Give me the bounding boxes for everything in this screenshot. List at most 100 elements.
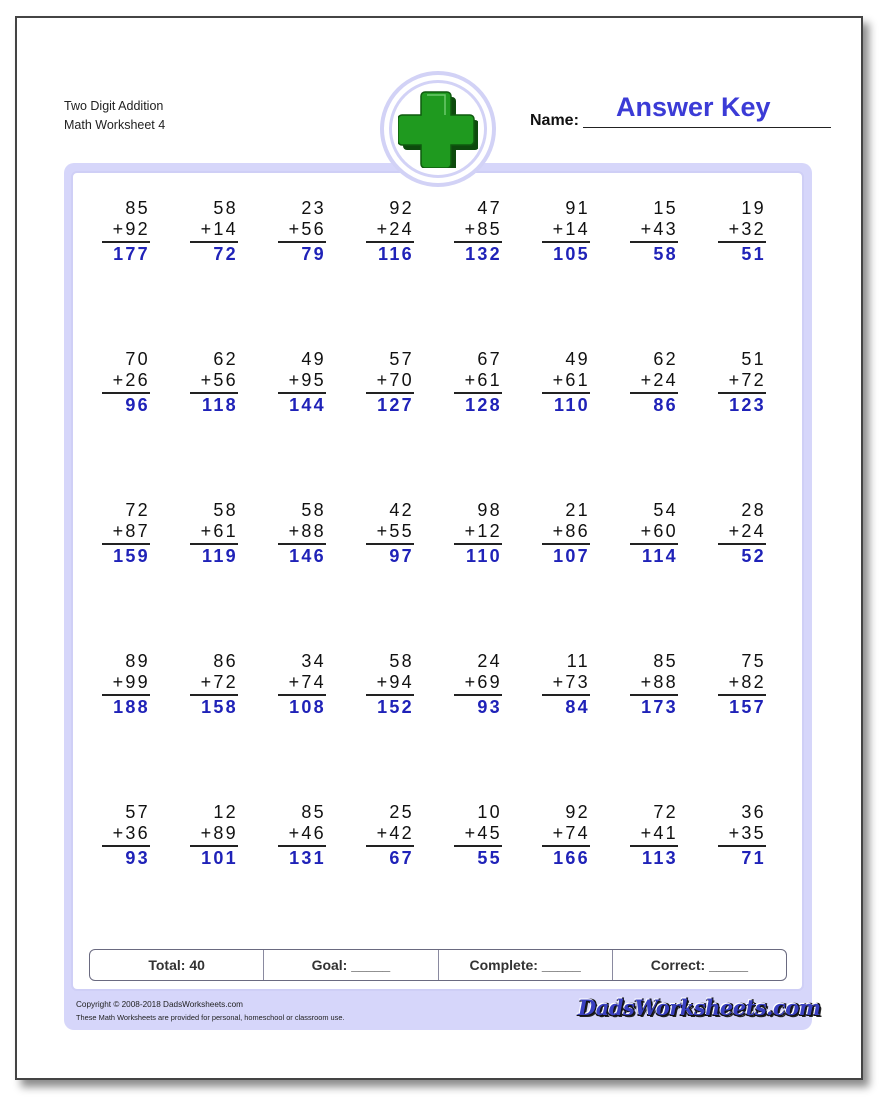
name-value: Answer Key <box>616 92 771 122</box>
addend-top: 62 <box>213 349 238 369</box>
problem-item: 23 +56 79 <box>278 198 326 266</box>
answer: 67 <box>389 848 414 868</box>
problem-item: 36 +35 71 <box>718 802 766 870</box>
addend-bottom: +14 <box>552 219 590 239</box>
score-total: Total: 40 <box>90 950 265 980</box>
copyright-text: Copyright © 2008-2018 DadsWorksheets.com <box>76 1000 243 1009</box>
addend-top: 24 <box>477 651 502 671</box>
problem-item: 92 +24 116 <box>366 198 414 266</box>
name-label: Name: <box>530 112 579 129</box>
addend-bottom: +87 <box>112 521 150 541</box>
answer: 58 <box>653 244 678 264</box>
problem-item: 49 +95 144 <box>278 349 326 417</box>
problem-item: 72 +87 159 <box>102 500 150 568</box>
addend-top: 54 <box>653 500 678 520</box>
answer: 116 <box>378 244 414 264</box>
addend-top: 91 <box>565 198 590 218</box>
answer: 144 <box>289 395 326 415</box>
addend-top: 49 <box>565 349 590 369</box>
problem-item: 12 +89 101 <box>190 802 238 870</box>
addend-top: 72 <box>653 802 678 822</box>
problem-item: 21 +86 107 <box>542 500 590 568</box>
problem-item: 57 +70 127 <box>366 349 414 417</box>
plus-icon <box>398 91 478 168</box>
addend-top: 10 <box>477 802 502 822</box>
addend-top: 98 <box>477 500 502 520</box>
addend-bottom: +74 <box>288 672 326 692</box>
problem-item: 58 +14 72 <box>190 198 238 266</box>
answer: 51 <box>741 244 766 264</box>
addend-bottom: +88 <box>640 672 678 692</box>
problem-item: 24 +69 93 <box>454 651 502 719</box>
problem-item: 25 +42 67 <box>366 802 414 870</box>
answer: 101 <box>201 848 238 868</box>
addend-bottom: +85 <box>464 219 502 239</box>
answer: 96 <box>125 395 150 415</box>
addend-top: 12 <box>213 802 238 822</box>
addend-top: 58 <box>213 500 238 520</box>
problem-item: 42 +55 97 <box>366 500 414 568</box>
answer: 146 <box>289 546 326 566</box>
addend-top: 28 <box>741 500 766 520</box>
answer: 72 <box>213 244 238 264</box>
answer: 108 <box>289 697 326 717</box>
addend-top: 19 <box>741 198 766 218</box>
problem-item: 51 +72 123 <box>718 349 766 417</box>
score-correct: Correct: _____ <box>650 957 749 973</box>
problem-item: 54 +60 114 <box>630 500 678 568</box>
addend-top: 72 <box>125 500 150 520</box>
addend-top: 42 <box>389 500 414 520</box>
answer: 105 <box>553 244 590 264</box>
problem-item: 85 +88 173 <box>630 651 678 719</box>
problem-item: 98 +12 110 <box>454 500 502 568</box>
addend-bottom: +72 <box>200 672 238 692</box>
answer: 159 <box>113 546 150 566</box>
addend-top: 92 <box>565 802 590 822</box>
problem-item: 67 +61 128 <box>454 349 502 417</box>
addend-bottom: +56 <box>288 219 326 239</box>
addend-bottom: +61 <box>464 370 502 390</box>
addend-bottom: +32 <box>728 219 766 239</box>
addend-bottom: +24 <box>376 219 414 239</box>
addend-bottom: +70 <box>376 370 414 390</box>
problem-item: 85 +46 131 <box>278 802 326 870</box>
answer: 107 <box>553 546 590 566</box>
addend-top: 36 <box>741 802 766 822</box>
addend-top: 62 <box>653 349 678 369</box>
answer: 110 <box>554 395 590 415</box>
answer: 157 <box>729 697 766 717</box>
addend-bottom: +82 <box>728 672 766 692</box>
answer: 188 <box>113 697 150 717</box>
addend-bottom: +88 <box>288 521 326 541</box>
problem-item: 47 +85 132 <box>454 198 502 266</box>
problem-item: 57 +36 93 <box>102 802 150 870</box>
answer: 79 <box>301 244 326 264</box>
problem-item: 92 +74 166 <box>542 802 590 870</box>
problem-item: 75 +82 157 <box>718 651 766 719</box>
addend-top: 49 <box>301 349 326 369</box>
answer: 93 <box>125 848 150 868</box>
title-line-1: Two Digit Addition <box>64 99 164 113</box>
addend-top: 25 <box>389 802 414 822</box>
answer: 131 <box>289 848 326 868</box>
name-field-line[interactable] <box>583 127 831 128</box>
problem-item: 49 +61 110 <box>542 349 590 417</box>
addend-top: 34 <box>301 651 326 671</box>
addend-top: 15 <box>653 198 678 218</box>
answer: 166 <box>553 848 590 868</box>
addend-bottom: +45 <box>464 823 502 843</box>
answer: 118 <box>202 395 238 415</box>
problem-item: 86 +72 158 <box>190 651 238 719</box>
addend-bottom: +43 <box>640 219 678 239</box>
addend-top: 11 <box>566 651 590 671</box>
addend-top: 57 <box>125 802 150 822</box>
addend-top: 47 <box>477 198 502 218</box>
problem-item: 91 +14 105 <box>542 198 590 266</box>
problem-item: 62 +56 118 <box>190 349 238 417</box>
addend-bottom: +41 <box>640 823 678 843</box>
addend-top: 86 <box>213 651 238 671</box>
answer: 97 <box>389 546 414 566</box>
addend-top: 92 <box>389 198 414 218</box>
title-line-2: Math Worksheet 4 <box>64 118 166 132</box>
answer: 114 <box>642 546 678 566</box>
